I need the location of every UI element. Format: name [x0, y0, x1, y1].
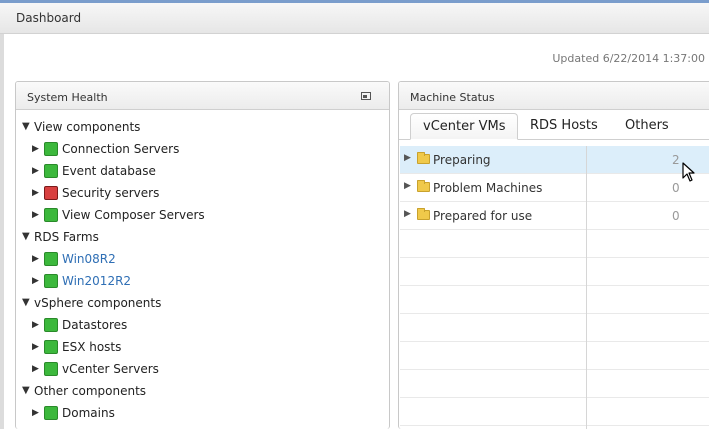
- empty-row: [400, 258, 709, 286]
- expand-triangle-icon[interactable]: ▶: [32, 314, 39, 336]
- machine-status-tabs: vCenter VMs RDS Hosts Others: [399, 110, 709, 140]
- farm-link[interactable]: Win08R2: [62, 248, 116, 270]
- machine-status-panel: Machine Status vCenter VMs RDS Hosts Oth…: [398, 81, 709, 429]
- tree-item-view-composer-servers[interactable]: ▶ View Composer Servers: [22, 204, 382, 226]
- empty-row: [400, 286, 709, 314]
- column-divider: [586, 146, 587, 429]
- empty-row: [400, 230, 709, 258]
- status-green-icon: [44, 274, 58, 288]
- machine-status-grid: ▶ Preparing 2 ▶ Problem Machines 0 ▶ Pre…: [400, 146, 709, 429]
- tree-item-win2012r2[interactable]: ▶ Win2012R2: [22, 270, 382, 292]
- status-row-prepared-for-use[interactable]: ▶ Prepared for use 0: [400, 202, 709, 230]
- title-bar: Dashboard: [0, 0, 709, 34]
- status-red-icon: [44, 186, 58, 200]
- tree-item-security-servers[interactable]: ▶ Security servers: [22, 182, 382, 204]
- left-edge: [0, 34, 4, 429]
- tree-item-domains[interactable]: ▶ Domains: [22, 402, 382, 424]
- expand-triangle-icon[interactable]: ▶: [32, 182, 39, 204]
- tree-item-datastores[interactable]: ▶ Datastores: [22, 314, 382, 336]
- folder-icon: [417, 152, 430, 164]
- expand-triangle-icon[interactable]: ▶: [404, 209, 411, 219]
- folder-icon: [417, 208, 430, 220]
- collapse-triangle-icon[interactable]: ▼: [22, 226, 30, 248]
- expand-triangle-icon[interactable]: ▶: [32, 336, 39, 358]
- collapse-triangle-icon[interactable]: ▼: [22, 116, 30, 138]
- expand-triangle-icon[interactable]: ▶: [32, 160, 39, 182]
- updated-timestamp: Updated 6/22/2014 1:37:00: [552, 52, 705, 65]
- tree-group-rds-farms[interactable]: ▼ RDS Farms: [22, 226, 382, 248]
- tree-item-esx-hosts[interactable]: ▶ ESX hosts: [22, 336, 382, 358]
- status-green-icon: [44, 340, 58, 354]
- expand-triangle-icon[interactable]: ▶: [32, 138, 39, 160]
- status-green-icon: [44, 142, 58, 156]
- status-green-icon: [44, 208, 58, 222]
- expand-triangle-icon[interactable]: ▶: [32, 204, 39, 226]
- status-row-preparing[interactable]: ▶ Preparing 2: [400, 146, 709, 174]
- status-green-icon: [44, 252, 58, 266]
- status-green-icon: [44, 164, 58, 178]
- farm-link[interactable]: Win2012R2: [62, 270, 131, 292]
- folder-icon: [417, 180, 430, 192]
- tree-item-vcenter-servers[interactable]: ▶ vCenter Servers: [22, 358, 382, 380]
- tree-item-win08r2[interactable]: ▶ Win08R2: [22, 248, 382, 270]
- collapse-triangle-icon[interactable]: ▼: [22, 380, 30, 402]
- tree-group-vsphere-components[interactable]: ▼ vSphere components: [22, 292, 382, 314]
- expand-triangle-icon[interactable]: ▶: [32, 358, 39, 380]
- system-health-title: System Health: [27, 91, 108, 104]
- tree-group-other-components[interactable]: ▼ Other components: [22, 380, 382, 402]
- mouse-cursor-icon: [682, 162, 695, 182]
- empty-row: [400, 370, 709, 398]
- system-health-panel: System Health ▼ View components ▶ Connec…: [15, 81, 390, 429]
- expand-triangle-icon[interactable]: ▶: [32, 248, 39, 270]
- tab-rds-hosts[interactable]: RDS Hosts: [518, 113, 610, 140]
- machine-status-title: Machine Status: [410, 91, 495, 104]
- system-health-header: System Health: [16, 82, 389, 110]
- tree-group-view-components[interactable]: ▼ View components: [22, 116, 382, 138]
- tree-item-connection-servers[interactable]: ▶ Connection Servers: [22, 138, 382, 160]
- expand-triangle-icon[interactable]: ▶: [32, 402, 39, 424]
- page-title: Dashboard: [16, 11, 82, 25]
- collapse-triangle-icon[interactable]: ▼: [22, 292, 30, 314]
- tab-vcenter-vms[interactable]: vCenter VMs: [410, 113, 519, 140]
- status-green-icon: [44, 406, 58, 420]
- machine-status-header: Machine Status: [399, 82, 709, 110]
- expand-triangle-icon[interactable]: ▶: [404, 153, 411, 163]
- tab-others[interactable]: Others: [613, 113, 681, 140]
- status-green-icon: [44, 362, 58, 376]
- collapse-icon[interactable]: [361, 92, 371, 100]
- expand-triangle-icon[interactable]: ▶: [404, 181, 411, 191]
- tree-item-event-database[interactable]: ▶ Event database: [22, 160, 382, 182]
- empty-row: [400, 314, 709, 342]
- status-green-icon: [44, 318, 58, 332]
- empty-row: [400, 342, 709, 370]
- status-row-problem-machines[interactable]: ▶ Problem Machines 0: [400, 174, 709, 202]
- empty-row: [400, 398, 709, 426]
- expand-triangle-icon[interactable]: ▶: [32, 270, 39, 292]
